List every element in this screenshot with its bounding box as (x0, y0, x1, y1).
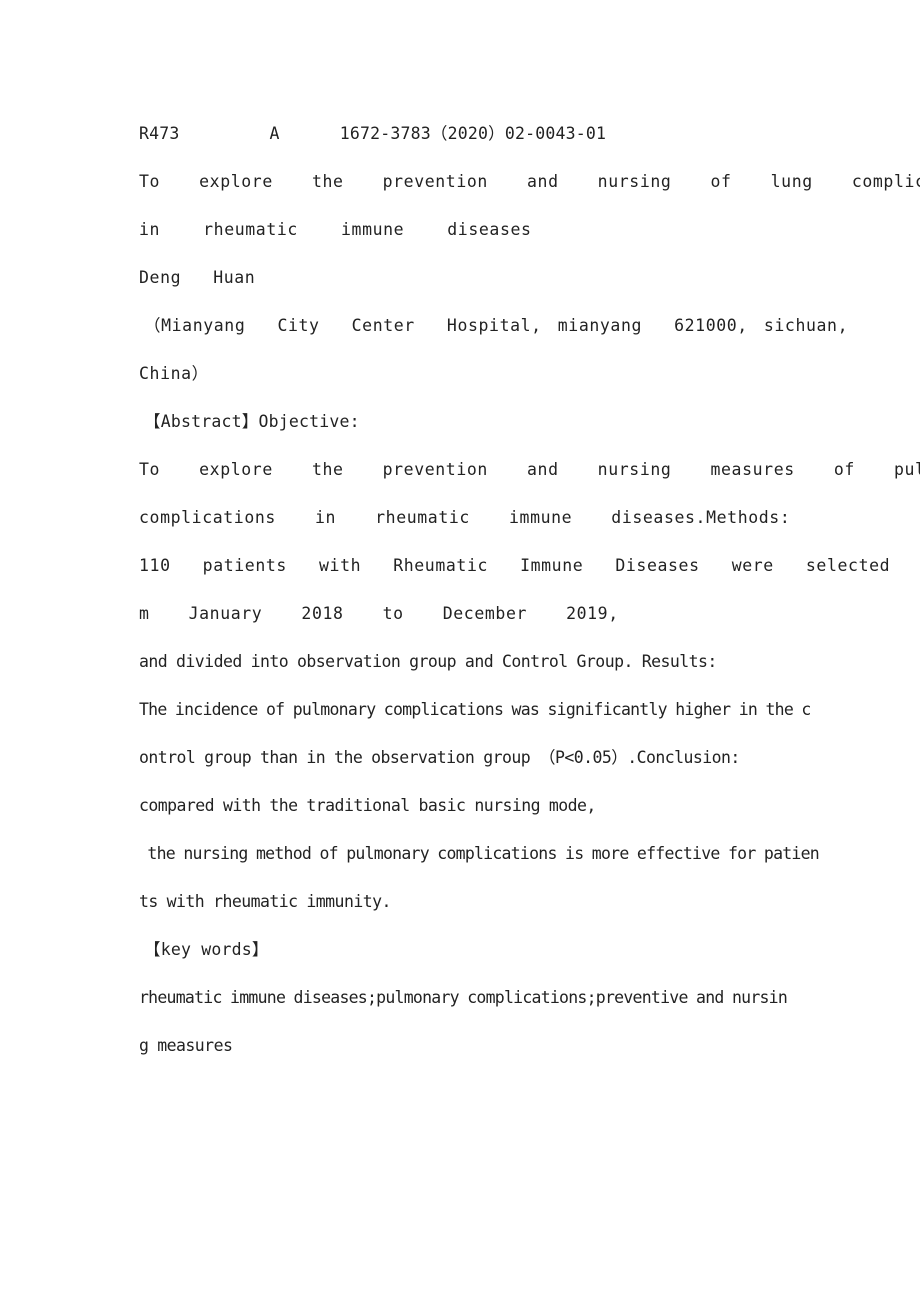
abstract-line-3: 110 patients with Rheumatic Immune Disea… (139, 556, 920, 575)
abstract-line-1: To explore the prevention and nursing me… (139, 460, 920, 479)
abstract-label: 【Abstract】Objective: (144, 412, 360, 431)
abstract-line-2: complications in rheumatic immune diseas… (139, 508, 791, 527)
keywords-line-2: g measures (139, 1036, 233, 1055)
abstract-line-6: The incidence of pulmonary complications… (139, 700, 811, 719)
document-text-block: R473 A 1672-3783（2020）02-0043-01 To explor… (139, 110, 920, 1070)
abstract-line-4: m January 2018 to December 2019, (139, 604, 619, 623)
abstract-line-7: ontrol group than in the observation gro… (139, 748, 740, 767)
article-number: 1672-3783（2020）02-0043-01 (339, 124, 607, 143)
author-name: Deng Huan (139, 268, 256, 287)
abstract-line-5: and divided into observation group and C… (139, 652, 717, 671)
abstract-line-8: compared with the traditional basic nurs… (139, 796, 596, 815)
abstract-line-10: ts with rheumatic immunity. (139, 892, 391, 911)
document-page: R473 A 1672-3783（2020）02-0043-01 To explor… (0, 0, 920, 1302)
document-identifier: A (269, 124, 280, 143)
affiliation-line-1: （Mianyang City Center Hospital, mianyang… (144, 316, 849, 335)
header-metadata-line: R473 A 1672-3783（2020）02-0043-01 (139, 110, 799, 158)
classification-code: R473 (139, 124, 180, 143)
keywords-line-1: rheumatic immune diseases;pulmonary comp… (139, 988, 788, 1007)
affiliation-line-2: China） (139, 364, 209, 383)
article-title-line-2: in rheumatic immune diseases (139, 220, 532, 239)
keywords-label: 【key words】 (144, 940, 269, 959)
article-title-line-1: To explore the prevention and nursing of… (139, 172, 920, 191)
abstract-line-9: the nursing method of pulmonary complica… (139, 844, 819, 863)
